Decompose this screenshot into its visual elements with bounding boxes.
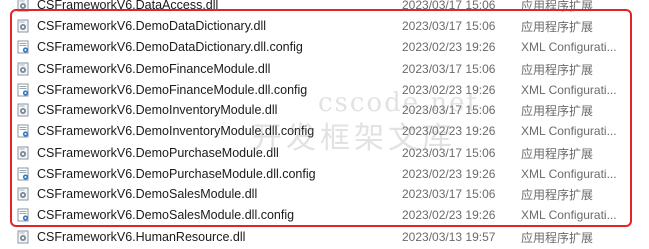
file-name: CSFrameworkV6.DemoInventoryModule.dll.co… (37, 124, 315, 139)
file-row[interactable]: CSFrameworkV6.DataAccess.dll 2023/03/17 … (0, 0, 649, 16)
file-date: 2023/03/17 15:06 (402, 0, 496, 13)
file-type: 应用程序扩展 (521, 230, 594, 245)
file-row[interactable]: CSFrameworkV6.DemoDataDictionary.dll 202… (0, 16, 649, 37)
file-name: CSFrameworkV6.DataAccess.dll (37, 0, 219, 13)
file-date: 2023/03/13 19:57 (402, 230, 496, 245)
config-file-icon (16, 124, 30, 138)
file-date: 2023/02/23 19:26 (402, 124, 496, 139)
file-row[interactable]: CSFrameworkV6.DemoInventoryModule.dll 20… (0, 100, 649, 121)
dll-file-icon (16, 19, 30, 33)
file-row[interactable]: CSFrameworkV6.DemoFinanceModule.dll 2023… (0, 59, 649, 80)
file-row[interactable]: CSFrameworkV6.DemoSalesModule.dll 2023/0… (0, 184, 649, 205)
file-name: CSFrameworkV6.DemoPurchaseModule.dll.con… (37, 167, 316, 182)
file-name: CSFrameworkV6.HumanResource.dll (37, 230, 246, 245)
file-date: 2023/03/17 15:06 (402, 187, 496, 202)
dll-file-icon (16, 146, 30, 160)
file-type: XML Configurati... (521, 40, 617, 55)
file-type: XML Configurati... (521, 83, 617, 98)
config-file-icon (16, 208, 30, 222)
file-date: 2023/03/17 15:06 (402, 62, 496, 77)
file-type: 应用程序扩展 (521, 62, 594, 77)
dll-file-icon (16, 230, 30, 244)
file-row[interactable]: CSFrameworkV6.DemoInventoryModule.dll.co… (0, 121, 649, 142)
file-name: CSFrameworkV6.DemoPurchaseModule.dll (37, 146, 279, 161)
config-file-icon (16, 40, 30, 54)
dll-file-icon (16, 62, 30, 76)
file-type: 应用程序扩展 (521, 146, 594, 161)
file-date: 2023/03/17 15:06 (402, 103, 496, 118)
file-row[interactable]: CSFrameworkV6.DemoPurchaseModule.dll 202… (0, 143, 649, 164)
file-date: 2023/03/17 15:06 (402, 19, 496, 34)
file-date: 2023/02/23 19:26 (402, 208, 496, 223)
file-name: CSFrameworkV6.DemoFinanceModule.dll.conf… (37, 83, 308, 98)
dll-file-icon (16, 103, 30, 117)
dll-file-icon (16, 187, 30, 201)
file-type: XML Configurati... (521, 167, 617, 182)
file-name: CSFrameworkV6.DemoDataDictionary.dll (37, 19, 267, 34)
file-type: 应用程序扩展 (521, 103, 594, 118)
config-file-icon (16, 167, 30, 181)
dll-file-icon (16, 0, 30, 12)
file-row[interactable]: CSFrameworkV6.DemoDataDictionary.dll.con… (0, 37, 649, 58)
file-row[interactable]: CSFrameworkV6.HumanResource.dll 2023/03/… (0, 227, 649, 248)
file-type: XML Configurati... (521, 208, 617, 223)
file-row[interactable]: CSFrameworkV6.DemoPurchaseModule.dll.con… (0, 164, 649, 185)
file-list: CSFrameworkV6.DataAccess.dll 2023/03/17 … (0, 0, 649, 245)
file-name: CSFrameworkV6.DemoSalesModule.dll (37, 187, 258, 202)
file-date: 2023/02/23 19:26 (402, 167, 496, 182)
file-name: CSFrameworkV6.DemoSalesModule.dll.config (37, 208, 295, 223)
file-type: XML Configurati... (521, 124, 617, 139)
file-type: 应用程序扩展 (521, 19, 594, 34)
file-date: 2023/03/17 15:06 (402, 146, 496, 161)
file-date: 2023/02/23 19:26 (402, 83, 496, 98)
file-type: 应用程序扩展 (521, 187, 594, 202)
file-name: CSFrameworkV6.DemoDataDictionary.dll.con… (37, 40, 303, 55)
file-name: CSFrameworkV6.DemoFinanceModule.dll (37, 62, 271, 77)
file-date: 2023/02/23 19:26 (402, 40, 496, 55)
config-file-icon (16, 83, 30, 97)
file-row[interactable]: CSFrameworkV6.DemoFinanceModule.dll.conf… (0, 80, 649, 101)
file-type: 应用程序扩展 (521, 0, 594, 13)
file-row[interactable]: CSFrameworkV6.DemoSalesModule.dll.config… (0, 205, 649, 226)
file-name: CSFrameworkV6.DemoInventoryModule.dll (37, 103, 278, 118)
